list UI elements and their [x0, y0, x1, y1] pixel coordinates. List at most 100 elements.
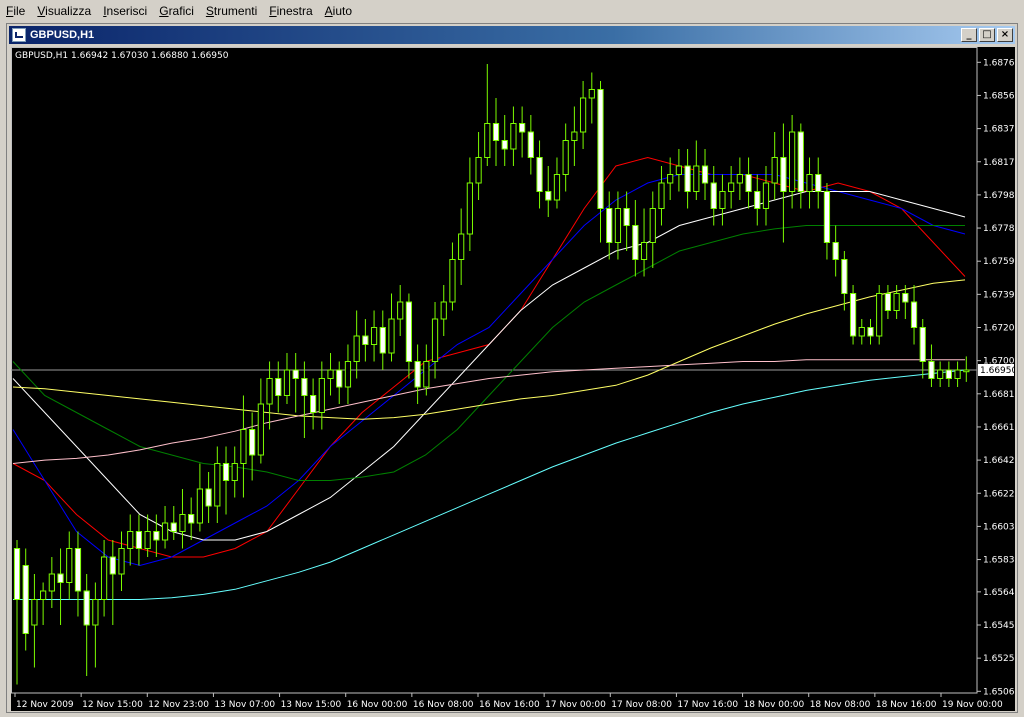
candle-body: [309, 395, 317, 413]
candlestick-chart[interactable]: GBPUSD,H1 1.66942 1.67030 1.66880 1.6695…: [11, 47, 1020, 711]
candle-body: [893, 293, 900, 311]
candle-body: [222, 463, 230, 481]
y-tick-label: 1.68760: [983, 58, 1015, 68]
y-tick-label: 1.65450: [983, 621, 1015, 631]
candle-body: [492, 123, 500, 141]
menu-item-grafici[interactable]: Grafici: [153, 2, 200, 20]
candle-body: [196, 488, 204, 524]
x-tick-label: 18 Nov 08:00: [810, 700, 871, 710]
candle-body: [815, 174, 822, 192]
candle-body: [449, 259, 456, 303]
candle-body: [910, 301, 918, 328]
candle-body: [40, 590, 47, 600]
candle-body: [527, 131, 534, 158]
candle-body: [701, 165, 709, 184]
candle-body: [336, 369, 343, 388]
candle-body: [806, 174, 813, 192]
x-tick-label: 16 Nov 08:00: [413, 700, 474, 710]
candle-body: [397, 301, 404, 320]
x-tick-label: 16 Nov 00:00: [347, 700, 408, 710]
close-button[interactable]: ×: [997, 28, 1013, 42]
candle-body: [257, 403, 264, 456]
y-tick-label: 1.68175: [983, 158, 1015, 168]
candle-body: [762, 182, 770, 209]
candle-body: [31, 599, 38, 626]
candle-body: [928, 361, 935, 379]
candle-body: [632, 225, 639, 260]
menu-item-aiuto[interactable]: Aiuto: [319, 2, 358, 20]
candle-body: [553, 174, 561, 201]
candle-body: [249, 429, 256, 456]
x-tick-label: 19 Nov 00:00: [942, 700, 1003, 710]
candle-body: [153, 531, 160, 541]
window-title: GBPUSD,H1: [30, 29, 95, 41]
x-tick-label: 13 Nov 15:00: [281, 700, 342, 710]
candle-body: [83, 590, 90, 626]
candle-body: [606, 208, 613, 243]
menu-item-visualizza[interactable]: Visualizza: [31, 2, 97, 20]
candle-body: [423, 361, 430, 388]
candle-body: [771, 157, 778, 184]
window-titlebar[interactable]: GBPUSD,H1 _ □ ×: [9, 26, 1015, 44]
candle-body: [849, 293, 857, 337]
candle-body: [597, 89, 604, 209]
candle-body: [318, 378, 325, 413]
candle-body: [545, 191, 552, 201]
restore-button[interactable]: □: [979, 28, 995, 42]
y-tick-label: 1.67200: [983, 324, 1015, 334]
chart-window-icon: [12, 28, 26, 42]
candle-body: [405, 301, 413, 362]
candle-body: [884, 293, 892, 311]
series-line-0: [12, 156, 966, 558]
candle-body: [754, 191, 761, 209]
candle-body: [118, 548, 125, 575]
y-tick-label: 1.65255: [983, 654, 1015, 664]
candle-body: [144, 531, 151, 549]
menu-item-finestra[interactable]: Finestra: [263, 2, 318, 20]
candle-body: [876, 293, 883, 337]
candle-body: [57, 573, 64, 583]
x-tick-label: 12 Nov 15:00: [82, 700, 143, 710]
candle-body: [135, 531, 143, 549]
candle-body: [510, 123, 517, 150]
menu-item-strumenti[interactable]: Strumenti: [200, 2, 263, 20]
y-tick-label: 1.68565: [983, 91, 1015, 101]
candle-body: [240, 429, 247, 464]
candle-body: [179, 514, 186, 532]
candle-body: [867, 327, 874, 337]
candle-body: [466, 182, 473, 235]
candle-body: [832, 242, 839, 260]
minimize-button[interactable]: _: [961, 28, 977, 42]
x-tick-label: 16 Nov 16:00: [479, 700, 540, 710]
chart-area[interactable]: GBPUSD,H1 1.66942 1.67030 1.66880 1.6695…: [11, 47, 1020, 711]
candle-body: [22, 565, 29, 634]
y-tick-label: 1.66420: [983, 456, 1015, 466]
menu-item-inserisci[interactable]: Inserisci: [97, 2, 153, 20]
y-tick-label: 1.67785: [983, 224, 1015, 234]
y-tick-label: 1.66615: [983, 423, 1015, 433]
menu-item-file[interactable]: File: [0, 2, 31, 20]
candle-body: [649, 208, 656, 243]
x-tick-label: 17 Nov 16:00: [677, 700, 738, 710]
y-tick-label: 1.67395: [983, 290, 1015, 300]
candle-body: [292, 369, 299, 379]
candle-body: [841, 259, 848, 294]
candle-body: [231, 463, 238, 481]
series-line-4: [12, 279, 966, 420]
candle-body: [379, 327, 386, 354]
x-tick-label: 12 Nov 2009: [16, 700, 74, 710]
candle-body: [640, 242, 648, 260]
y-tick-label: 1.66225: [983, 489, 1015, 499]
candle-body: [74, 548, 82, 592]
y-tick-label: 1.66030: [983, 522, 1015, 532]
candle-body: [937, 369, 944, 379]
candle-body: [327, 369, 334, 379]
y-tick-label: 1.65060: [983, 687, 1015, 697]
candle-body: [963, 369, 970, 373]
candle-body: [945, 369, 952, 379]
candle-body: [536, 157, 543, 192]
y-tick-label: 1.65835: [983, 556, 1015, 566]
candle-body: [519, 123, 526, 133]
candle-body: [858, 327, 865, 337]
candle-body: [188, 514, 195, 524]
